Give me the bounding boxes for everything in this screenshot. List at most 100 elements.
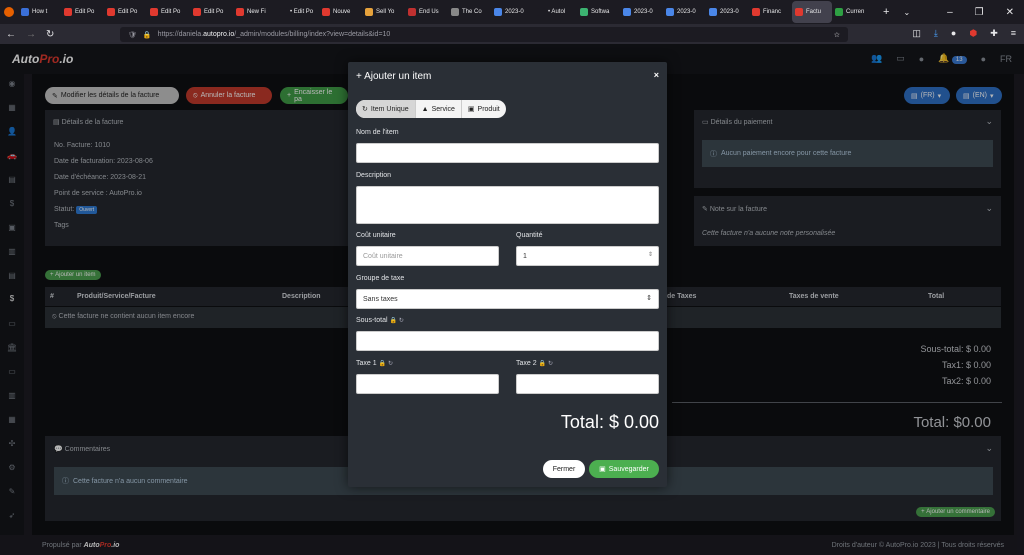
tab-label: Factu (806, 9, 822, 15)
tax-group-label: Groupe de taxe (356, 275, 405, 282)
sync-icon: ↻ (548, 361, 554, 367)
tab-favicon-icon (408, 8, 416, 16)
tab-favicon-icon (494, 8, 502, 16)
tab-favicon-icon (451, 8, 459, 16)
tax2-input[interactable] (516, 374, 659, 394)
close-window-button[interactable]: ✕ (1006, 7, 1014, 18)
url-bar[interactable]: 🛡 🔒 https://daniela.autopro.io/_admin/mo… (120, 27, 848, 42)
tab-label: Edit Po (75, 9, 95, 15)
tab-favicon-icon (193, 8, 201, 16)
browser-tab[interactable]: • Autol (534, 1, 577, 23)
tab-label: Edit Po (118, 9, 138, 15)
download-icon[interactable]: ⤓ (934, 28, 938, 39)
segment-service[interactable]: ▲ Service (416, 100, 462, 118)
modal-title: + Ajouter un item (356, 71, 432, 82)
tab-favicon-icon (279, 8, 287, 16)
bookmark-star-icon[interactable]: ☆ (834, 31, 840, 39)
sync-icon: ↻ (398, 318, 404, 324)
tab-label: • Autol (548, 9, 566, 15)
browser-tab[interactable]: New Fi (233, 1, 276, 23)
quantity-stepper[interactable]: 1 ⇕ (516, 246, 659, 266)
segment-item-unique[interactable]: ↻ Item Unique (356, 100, 416, 118)
maximize-window-button[interactable]: ❐ (975, 7, 984, 18)
tab-favicon-icon (795, 8, 803, 16)
close-button[interactable]: Fermer (543, 460, 585, 478)
tab-favicon-icon (752, 8, 760, 16)
tab-favicon-icon (107, 8, 115, 16)
sync-icon: ↻ (388, 361, 394, 367)
browser-tab[interactable]: Edit Po (104, 1, 147, 23)
shield-icon: 🛡 (128, 31, 137, 39)
lock-icon: 🔒 (142, 31, 152, 39)
tab-favicon-icon (21, 8, 29, 16)
unit-cost-input[interactable]: Coût unitaire (356, 246, 499, 266)
browser-tab[interactable]: 2023-0 (663, 1, 706, 23)
lock-icon: 🔒 (538, 361, 547, 367)
extensions-puzzle-icon[interactable]: ✚ (990, 28, 998, 39)
tab-label: Softwa (591, 9, 610, 15)
tab-label: Edit Po (161, 9, 181, 15)
save-icon: ▣ (599, 466, 606, 473)
tab-label: 2023-0 (720, 9, 739, 15)
browser-tab[interactable]: 2023-0 (620, 1, 663, 23)
tab-label: Edit Po (204, 9, 224, 15)
browser-tab[interactable]: Edit Po (61, 1, 104, 23)
reload-icon[interactable]: ↻ (46, 29, 54, 40)
tax-group-select[interactable]: Sans taxes ⇕ (356, 289, 659, 309)
description-label: Description (356, 172, 392, 179)
subtotal-label: Sous-total 🔒 ↻ (356, 317, 404, 324)
save-button[interactable]: ▣ Sauvegarder (589, 460, 659, 478)
new-tab-button[interactable]: + (883, 6, 889, 18)
browser-tab[interactable]: • Edit Po (276, 1, 319, 23)
tax1-label: Taxe 1 🔒 ↻ (356, 360, 394, 367)
car-icon: ▲ (421, 105, 429, 113)
browser-tab[interactable]: Edit Po (190, 1, 233, 23)
browser-tab[interactable]: 2023-0 (491, 1, 534, 23)
browser-tab[interactable]: Financ (749, 1, 792, 23)
minimize-window-button[interactable]: – (947, 7, 953, 18)
item-name-label: Nom de l'item (356, 129, 399, 136)
browser-tab[interactable]: Edit Po (147, 1, 190, 23)
description-textarea[interactable] (356, 186, 659, 224)
unit-cost-label: Coût unitaire (356, 232, 396, 239)
firefox-menu-icon[interactable] (4, 7, 14, 17)
tab-label: 2023-0 (634, 9, 653, 15)
pocket-icon[interactable]: ◫ (912, 28, 921, 39)
subtotal-input[interactable] (356, 331, 659, 351)
browser-tab[interactable]: 2023-0 (706, 1, 749, 23)
tab-favicon-icon (537, 8, 545, 16)
browser-tab-bar: How t Edit Po Edit Po Edit Po Edit Po New Fi •… (0, 0, 1024, 24)
browser-tab[interactable]: Nouve (319, 1, 362, 23)
url-text: https://daniela.autopro.io/_admin/module… (157, 31, 391, 38)
modal-close-button[interactable]: × (654, 70, 659, 80)
item-name-input[interactable] (356, 143, 659, 163)
browser-toolbar-right: ◫ ⤓ ● ⬢ ✚ ≡ (912, 28, 1016, 39)
tab-favicon-icon (365, 8, 373, 16)
browser-tab[interactable]: How t (18, 1, 61, 23)
tab-label: Nouve (333, 9, 351, 15)
tab-label: Sell Yo (376, 9, 395, 15)
tax1-input[interactable] (356, 374, 499, 394)
refresh-icon: ↻ (362, 106, 368, 113)
browser-tab[interactable]: End Us (405, 1, 448, 23)
extension-e-icon[interactable]: ● (951, 28, 956, 39)
browser-tab[interactable]: Sell Yo (362, 1, 405, 23)
segment-produit[interactable]: ▣ Produit (462, 100, 506, 118)
tab-label: The Co (462, 9, 482, 15)
back-arrow-icon[interactable]: ← (6, 29, 16, 40)
add-item-modal: + Ajouter un item × ↻ Item Unique ▲ Servic… (348, 62, 667, 487)
browser-tab[interactable]: Curren (832, 1, 875, 23)
tab-favicon-icon (666, 8, 674, 16)
forward-arrow-icon[interactable]: → (26, 29, 36, 40)
browser-tab[interactable]: Softwa (577, 1, 620, 23)
tab-label: How t (32, 9, 48, 15)
tab-favicon-icon (580, 8, 588, 16)
menu-hamburger-icon[interactable]: ≡ (1011, 28, 1016, 39)
tab-favicon-icon (64, 8, 72, 16)
browser-tab[interactable]: Factu (792, 1, 832, 23)
browser-tab[interactable]: The Co (448, 1, 491, 23)
tab-label: Curren (846, 9, 865, 15)
adblock-icon[interactable]: ⬢ (969, 28, 977, 39)
tab-list-chevron-icon[interactable]: ⌄ (903, 8, 910, 17)
stepper-arrows-icon[interactable]: ⇕ (648, 251, 653, 258)
